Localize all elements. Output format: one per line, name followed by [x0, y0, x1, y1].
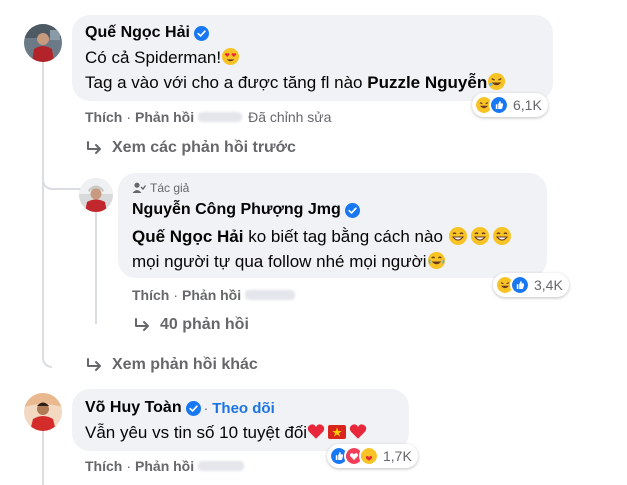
- separator-dot: ·: [126, 109, 132, 125]
- red-heart-emoji-icon: [307, 424, 325, 439]
- vietnam-flag-emoji-icon: [328, 425, 347, 439]
- thread-elbow-more: [42, 330, 52, 368]
- like-button[interactable]: Thích: [85, 458, 122, 474]
- thread-line-main: [42, 60, 44, 360]
- avatar[interactable]: [24, 24, 62, 62]
- like-button[interactable]: Thích: [132, 287, 169, 303]
- reply-arrow-icon: [135, 318, 149, 331]
- author-badge-icon: [132, 182, 146, 193]
- timestamp-redacted: [198, 461, 245, 471]
- verified-badge-icon: [344, 202, 360, 218]
- reply-button[interactable]: Phản hồi: [135, 458, 194, 474]
- reaction-count: 3,4K: [534, 277, 563, 293]
- reactions-summary[interactable]: 6,1K: [472, 93, 548, 117]
- like-reaction-icon: [510, 275, 530, 295]
- reaction-count: 1,7K: [383, 448, 412, 464]
- timestamp-redacted: [245, 290, 296, 300]
- comment-actions: Thích · Phản hồi Đã chỉnh sửa: [85, 109, 331, 125]
- comment-author-name[interactable]: Quế Ngọc Hải: [85, 24, 190, 42]
- like-button[interactable]: Thích: [85, 109, 122, 125]
- red-heart-emoji-icon: [349, 424, 367, 439]
- grin-sweat-emoji-icon: [492, 227, 511, 245]
- avatar[interactable]: [24, 393, 62, 431]
- view-more-replies-link[interactable]: Xem phản hồi khác: [86, 356, 258, 374]
- thread-line-bottom: [42, 430, 44, 485]
- reaction-count: 6,1K: [513, 97, 542, 113]
- verified-badge-icon: [193, 25, 209, 41]
- mention-link[interactable]: Puzzle Nguyễn: [367, 73, 487, 92]
- thread-line-reply: [95, 212, 97, 324]
- timestamp-redacted: [198, 112, 243, 122]
- comment-actions: Thích · Phản hồi: [85, 458, 245, 474]
- separator-dot: ·: [203, 400, 209, 416]
- reply-button[interactable]: Phản hồi: [135, 109, 194, 125]
- tears-of-joy-emoji-icon: [427, 251, 445, 270]
- reactions-summary[interactable]: 3,4K: [493, 273, 569, 297]
- grin-sweat-emoji-icon: [448, 227, 467, 245]
- comment-text-line: Quế Ngọc Hải ko biết tag bằng cách nào: [132, 226, 512, 247]
- reactions-summary[interactable]: 1,7K: [327, 444, 418, 468]
- reply-arrow-icon: [87, 141, 101, 154]
- rofl-emoji-icon: [488, 72, 506, 91]
- heart-eyes-emoji-icon: [222, 47, 240, 66]
- comment-author-row: Võ Huy Toàn · Theo dõi: [85, 399, 275, 417]
- follow-button[interactable]: Theo dõi: [212, 400, 275, 417]
- comment-text-line: Có cả Spiderman!: [85, 47, 240, 68]
- comment-text-line: mọi người tự qua follow nhé mọi người: [132, 251, 446, 272]
- care-reaction-icon: [359, 446, 379, 466]
- verified-badge-icon: [185, 400, 201, 416]
- comment-author-name[interactable]: Nguyễn Công Phượng Jmg: [132, 201, 341, 219]
- view-replies-link[interactable]: 40 phản hồi: [134, 316, 249, 334]
- like-reaction-icon: [489, 95, 509, 115]
- edited-label: Đã chỉnh sửa: [248, 109, 332, 125]
- mention-link[interactable]: Quế Ngọc Hải: [132, 227, 243, 246]
- comment-author-row: Quế Ngọc Hải: [85, 24, 209, 42]
- avatar[interactable]: [79, 178, 113, 212]
- reply-button[interactable]: Phản hồi: [182, 287, 241, 303]
- comment-text-line: Tag a vào với cho a được tăng fl nào Puz…: [85, 72, 506, 93]
- reply-arrow-icon: [87, 358, 101, 371]
- view-previous-replies-link[interactable]: Xem các phản hồi trước: [86, 139, 296, 157]
- comment-author-row: Nguyễn Công Phượng Jmg: [132, 201, 360, 219]
- separator-dot: ·: [173, 287, 179, 303]
- comment-text-line: Vẫn yêu vs tin số 10 tuyệt đối: [85, 423, 367, 443]
- author-badge: Tác giả: [132, 181, 189, 195]
- grin-sweat-emoji-icon: [470, 227, 489, 245]
- separator-dot: ·: [126, 458, 132, 474]
- comment-actions: Thích · Phản hồi: [132, 287, 296, 303]
- comment-author-name[interactable]: Võ Huy Toàn: [85, 399, 182, 417]
